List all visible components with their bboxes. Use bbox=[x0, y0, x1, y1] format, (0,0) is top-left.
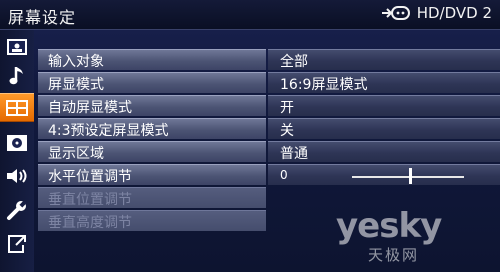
screen-setting-icon bbox=[6, 99, 28, 116]
row-label: 自动屏显模式 bbox=[48, 100, 132, 116]
music-note-icon bbox=[9, 66, 23, 84]
sidebar-item-picture[interactable] bbox=[3, 33, 30, 60]
row-label: 4:3预设定屏显模式 bbox=[48, 123, 169, 139]
sidebar-item-sound[interactable] bbox=[3, 162, 30, 189]
sidebar-item-screen[interactable] bbox=[0, 93, 34, 122]
sidebar-item-setup[interactable] bbox=[3, 196, 30, 223]
row-value: 开 bbox=[280, 100, 294, 116]
menu-row-horizontal-position[interactable]: 水平位置调节 0 bbox=[38, 164, 500, 186]
row-label: 水平位置调节 bbox=[48, 169, 132, 185]
row-label: 垂直位置调节 bbox=[48, 192, 132, 208]
row-value: 普通 bbox=[280, 146, 308, 162]
input-source: HD/DVD 2 bbox=[381, 4, 492, 22]
row-label-box: 输入对象 bbox=[38, 49, 266, 70]
menu-row-auto-screen-mode[interactable]: 自动屏显模式 开 bbox=[38, 95, 500, 117]
osd-screen: 屏幕设定 HD/DVD 2 输入对象 全部 屏显模式 16:9屏显模式 自动屏显… bbox=[0, 0, 500, 272]
row-label-box: 显示区域 bbox=[38, 141, 266, 162]
row-value: 16:9屏显模式 bbox=[280, 77, 368, 93]
row-label: 显示区域 bbox=[48, 146, 104, 162]
row-value-box: 全部 bbox=[268, 49, 500, 70]
row-value-box: 0 bbox=[268, 164, 500, 185]
row-label-box: 自动屏显模式 bbox=[38, 95, 266, 116]
sidebar-item-disc[interactable] bbox=[3, 129, 30, 156]
row-label-box: 4:3预设定屏显模式 bbox=[38, 118, 266, 139]
row-label: 屏显模式 bbox=[48, 77, 104, 93]
input-source-icon bbox=[381, 6, 410, 20]
row-label: 输入对象 bbox=[48, 54, 104, 70]
row-label: 垂直高度调节 bbox=[48, 215, 132, 231]
menu-row-43-preset-mode[interactable]: 4:3预设定屏显模式 关 bbox=[38, 118, 500, 140]
menu-row-screen-mode[interactable]: 屏显模式 16:9屏显模式 bbox=[38, 72, 500, 94]
picture-icon bbox=[6, 38, 27, 55]
watermark-chinese: 天极网 bbox=[368, 246, 420, 264]
speaker-icon bbox=[6, 168, 26, 183]
row-value-box: 关 bbox=[268, 118, 500, 139]
row-value-box: 开 bbox=[268, 95, 500, 116]
row-value: 关 bbox=[280, 123, 294, 139]
header-bar: 屏幕设定 HD/DVD 2 bbox=[0, 0, 500, 30]
disc-icon bbox=[6, 134, 27, 151]
row-label-box: 屏显模式 bbox=[38, 72, 266, 93]
sidebar-item-exit[interactable] bbox=[3, 230, 30, 257]
watermark-brand: yesky bbox=[336, 206, 442, 246]
exit-icon bbox=[7, 234, 26, 253]
sidebar bbox=[0, 30, 34, 272]
menu-row-input-target[interactable]: 输入对象 全部 bbox=[38, 49, 500, 71]
row-label-box: 垂直高度调节 bbox=[38, 210, 266, 231]
sidebar-item-audio[interactable] bbox=[3, 62, 30, 89]
horizontal-position-slider[interactable] bbox=[352, 176, 464, 178]
menu-title: 屏幕设定 bbox=[8, 8, 77, 27]
row-label-box: 垂直位置调节 bbox=[38, 187, 266, 208]
input-source-label: HD/DVD 2 bbox=[416, 4, 492, 22]
watermark: yesky 天极网 bbox=[336, 206, 466, 264]
wrench-icon bbox=[6, 199, 27, 220]
row-value-box: 16:9屏显模式 bbox=[268, 72, 500, 93]
row-value: 全部 bbox=[280, 54, 308, 70]
row-value-box: 普通 bbox=[268, 141, 500, 162]
slider-knob[interactable] bbox=[409, 168, 413, 184]
menu-row-display-area[interactable]: 显示区域 普通 bbox=[38, 141, 500, 163]
row-label-box: 水平位置调节 bbox=[38, 164, 266, 185]
row-value: 0 bbox=[280, 168, 288, 182]
